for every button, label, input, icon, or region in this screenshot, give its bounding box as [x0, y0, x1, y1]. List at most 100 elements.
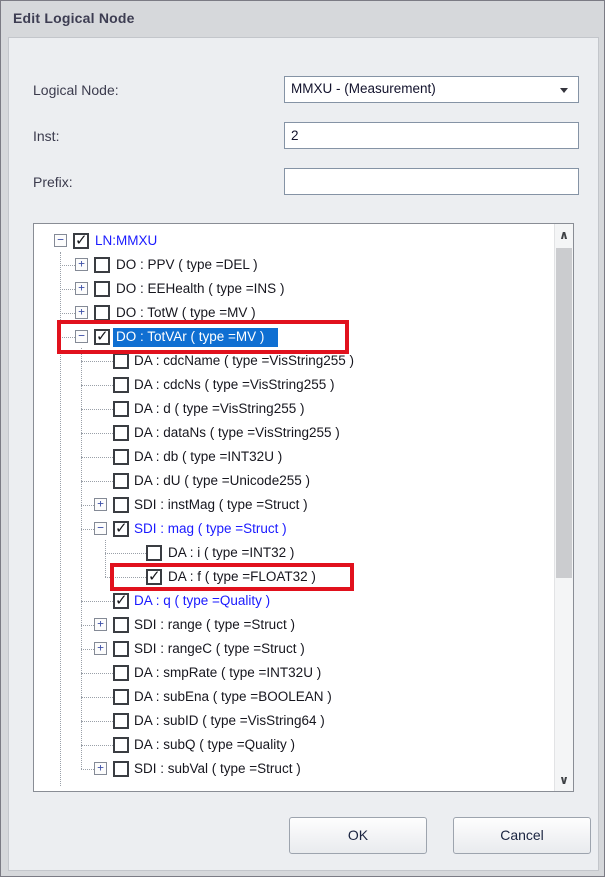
tree-row-label[interactable]: SDI : rangeC ( type =Struct ): [134, 640, 305, 658]
checkbox-unchecked[interactable]: [113, 689, 129, 705]
expand-toggle-icon[interactable]: +: [94, 498, 107, 511]
inst-field[interactable]: [284, 122, 579, 149]
tree-connector-stub: [81, 625, 94, 626]
checkbox-unchecked[interactable]: [113, 377, 129, 393]
prefix-field[interactable]: [284, 168, 579, 195]
checkbox-unchecked[interactable]: [113, 449, 129, 465]
checkbox-unchecked[interactable]: [113, 761, 129, 777]
tree-row-label[interactable]: DA : dataNs ( type =VisString255 ): [134, 424, 340, 442]
logical-node-combobox-value: MMXU - (Measurement): [291, 81, 436, 96]
checkbox-unchecked[interactable]: [94, 305, 110, 321]
red-highlight-box-f: [110, 563, 354, 591]
checkbox-checked[interactable]: [73, 233, 89, 249]
tree-rows: − LN:MMXU + DO : PPV ( type =DEL ) + DO : EEH…: [34, 224, 554, 791]
tree-row-label[interactable]: SDI : instMag ( type =Struct ): [134, 496, 308, 514]
tree-connector-stub: [60, 313, 75, 314]
checkbox-unchecked[interactable]: [113, 497, 129, 513]
checkbox-checked[interactable]: [113, 521, 129, 537]
dialog-title: Edit Logical Node: [13, 10, 135, 26]
checkbox-unchecked[interactable]: [113, 401, 129, 417]
tree-row-label[interactable]: SDI : range ( type =Struct ): [134, 616, 295, 634]
checkbox-unchecked[interactable]: [113, 737, 129, 753]
tree-connector-stub: [81, 697, 113, 698]
tree-row-label[interactable]: DA : i ( type =INT32 ): [168, 544, 294, 562]
collapse-toggle-icon[interactable]: −: [94, 522, 107, 535]
expand-toggle-icon[interactable]: +: [94, 642, 107, 655]
expand-toggle-icon[interactable]: +: [75, 282, 88, 295]
checkbox-unchecked[interactable]: [94, 281, 110, 297]
tree-row: DA : i ( type =INT32 ): [34, 541, 554, 565]
tree-row: DA : d ( type =VisString255 ): [34, 397, 554, 421]
tree-connector-stub: [81, 481, 113, 482]
checkbox-unchecked[interactable]: [113, 473, 129, 489]
logical-node-tree: − LN:MMXU + DO : PPV ( type =DEL ) + DO : EEH…: [33, 223, 574, 792]
checkbox-unchecked[interactable]: [113, 353, 129, 369]
dialog-titlebar: Edit Logical Node: [1, 1, 604, 37]
expand-toggle-icon[interactable]: +: [94, 618, 107, 631]
tree-row: + SDI : rangeC ( type =Struct ): [34, 637, 554, 661]
inst-label: Inst:: [33, 128, 59, 144]
tree-row: DA : smpRate ( type =INT32U ): [34, 661, 554, 685]
tree-row-label[interactable]: DA : db ( type =INT32U ): [134, 448, 282, 466]
cancel-button[interactable]: Cancel: [453, 817, 591, 854]
tree-row-label[interactable]: SDI : subVal ( type =Struct ): [134, 760, 301, 778]
tree-row: + SDI : range ( type =Struct ): [34, 613, 554, 637]
tree-row-label[interactable]: DA : d ( type =VisString255 ): [134, 400, 304, 418]
checkbox-unchecked[interactable]: [113, 641, 129, 657]
tree-row-label[interactable]: DA : dU ( type =Unicode255 ): [134, 472, 310, 490]
tree-row-label[interactable]: DA : subID ( type =VisString64 ): [134, 712, 325, 730]
expand-toggle-icon[interactable]: +: [75, 306, 88, 319]
collapse-toggle-icon[interactable]: −: [54, 234, 67, 247]
tree-row: − SDI : mag ( type =Struct ): [34, 517, 554, 541]
tree-row: DA : subID ( type =VisString64 ): [34, 709, 554, 733]
checkbox-unchecked[interactable]: [113, 713, 129, 729]
logical-node-combobox[interactable]: MMXU - (Measurement): [284, 76, 579, 103]
logical-node-label: Logical Node:: [33, 82, 119, 98]
chevron-down-icon[interactable]: [560, 88, 568, 93]
tree-connector-stub: [81, 385, 113, 386]
scroll-down-icon[interactable]: ∨: [555, 769, 573, 791]
checkbox-unchecked[interactable]: [146, 545, 162, 561]
tree-row: DA : dataNs ( type =VisString255 ): [34, 421, 554, 445]
tree-row-label[interactable]: DA : smpRate ( type =INT32U ): [134, 664, 321, 682]
tree-connector-stub: [81, 361, 113, 362]
tree-row-label[interactable]: SDI : mag ( type =Struct ): [134, 520, 287, 538]
tree-connector-stub: [81, 457, 113, 458]
tree-scrollbar[interactable]: ∧ ∨: [554, 224, 573, 791]
tree-connector-stub: [81, 649, 94, 650]
tree-row: DA : cdcNs ( type =VisString255 ): [34, 373, 554, 397]
expand-toggle-icon[interactable]: +: [94, 762, 107, 775]
tree-row-label[interactable]: DA : q ( type =Quality ): [134, 592, 270, 610]
tree-row: − LN:MMXU: [34, 229, 554, 253]
tree-row: DA : subEna ( type =BOOLEAN ): [34, 685, 554, 709]
tree-connector-stub: [81, 721, 113, 722]
tree-connector-stub: [81, 745, 113, 746]
tree-row-label[interactable]: DA : subEna ( type =BOOLEAN ): [134, 688, 332, 706]
tree-row-label[interactable]: DA : subQ ( type =Quality ): [134, 736, 295, 754]
ok-button[interactable]: OK: [289, 817, 427, 854]
tree-row-label[interactable]: DA : cdcName ( type =VisString255 ): [134, 352, 354, 370]
tree-row: DA : db ( type =INT32U ): [34, 445, 554, 469]
tree-row: + DO : EEHealth ( type =INS ): [34, 277, 554, 301]
tree-row: DA : q ( type =Quality ): [34, 589, 554, 613]
tree-row-label[interactable]: LN:MMXU: [95, 232, 157, 250]
tree-row: + SDI : subVal ( type =Struct ): [34, 757, 554, 781]
expand-toggle-icon[interactable]: +: [75, 258, 88, 271]
checkbox-unchecked[interactable]: [113, 665, 129, 681]
tree-connector-stub: [60, 265, 75, 266]
tree-connector-stub: [60, 289, 75, 290]
checkbox-checked[interactable]: [113, 593, 129, 609]
tree-row-label[interactable]: DA : cdcNs ( type =VisString255 ): [134, 376, 334, 394]
tree-row-label[interactable]: DO : EEHealth ( type =INS ): [116, 280, 284, 298]
scrollbar-thumb[interactable]: [556, 248, 572, 578]
tree-connector-stub: [105, 553, 146, 554]
checkbox-unchecked[interactable]: [113, 425, 129, 441]
tree-row: DA : dU ( type =Unicode255 ): [34, 469, 554, 493]
tree-connector-stub: [81, 529, 94, 530]
tree-row-label[interactable]: DO : PPV ( type =DEL ): [116, 256, 258, 274]
edit-logical-node-dialog: Edit Logical Node Logical Node: MMXU - (…: [0, 0, 605, 877]
checkbox-unchecked[interactable]: [94, 257, 110, 273]
checkbox-unchecked[interactable]: [113, 617, 129, 633]
tree-connector-stub: [81, 601, 113, 602]
scroll-up-icon[interactable]: ∧: [555, 224, 573, 246]
